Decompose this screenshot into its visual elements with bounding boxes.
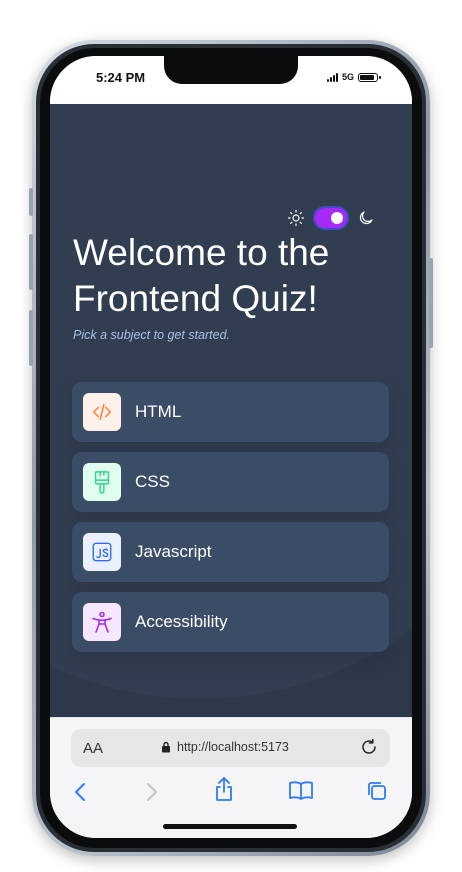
subject-label: HTML bbox=[135, 402, 182, 421]
paintbrush-icon bbox=[83, 463, 121, 501]
battery-icon bbox=[358, 72, 381, 82]
tabs-icon[interactable] bbox=[366, 780, 388, 807]
subject-html-button[interactable]: HTML bbox=[72, 382, 389, 442]
subject-label: CSS bbox=[135, 472, 170, 491]
back-icon[interactable] bbox=[72, 780, 90, 809]
lock-icon bbox=[162, 741, 170, 753]
subject-label: Accessibility bbox=[135, 612, 228, 631]
switch-knob bbox=[331, 212, 343, 224]
sun-icon bbox=[287, 209, 305, 227]
address-bar[interactable]: AA http://localhost:5173 bbox=[71, 729, 390, 767]
forward-icon bbox=[142, 780, 160, 809]
url-text: http://localhost:5173 bbox=[177, 740, 289, 754]
browser-toolbar: AA http://localhost:5173 bbox=[50, 717, 412, 838]
notch bbox=[164, 56, 298, 84]
network-type: 5G bbox=[341, 72, 354, 82]
url-display: http://localhost:5173 bbox=[161, 740, 289, 754]
subject-label: Javascript bbox=[135, 542, 212, 561]
page-title: Welcome to the Frontend Quiz! bbox=[73, 232, 330, 319]
subject-css-button[interactable]: CSS bbox=[72, 452, 389, 512]
browser-nav-toolbar bbox=[50, 777, 412, 810]
quiz-app: Welcome to the Frontend Quiz! Pick a sub… bbox=[50, 104, 412, 717]
subject-accessibility-button[interactable]: Accessibility bbox=[72, 592, 389, 652]
theme-toggle bbox=[287, 208, 375, 228]
reader-settings-button[interactable]: AA bbox=[83, 740, 103, 757]
volume-up-button bbox=[29, 234, 33, 290]
reader-settings-label: AA bbox=[83, 740, 104, 757]
home-indicator bbox=[163, 824, 297, 829]
moon-icon bbox=[357, 209, 375, 227]
reload-icon[interactable] bbox=[360, 738, 378, 761]
accessibility-person-icon bbox=[83, 603, 121, 641]
battery-level bbox=[360, 74, 375, 80]
power-button bbox=[429, 258, 433, 348]
volume-down-button bbox=[29, 310, 33, 366]
status-time: 5:24 PM bbox=[96, 70, 146, 85]
bookmarks-icon[interactable] bbox=[288, 780, 314, 807]
status-indicators: 5G bbox=[326, 72, 381, 82]
share-icon[interactable] bbox=[213, 776, 235, 807]
status-bar: 5:24 PM 5G bbox=[50, 56, 412, 104]
phone-screen: 5:24 PM 5G Welcome to the Frontend Quiz!… bbox=[50, 56, 412, 838]
dark-mode-switch[interactable] bbox=[315, 208, 347, 228]
signal-icon bbox=[326, 72, 338, 82]
js-icon bbox=[83, 533, 121, 571]
page-subtitle: Pick a subject to get started. bbox=[73, 328, 231, 342]
mute-switch bbox=[29, 188, 33, 216]
subject-list: HTML CSS Javascript Accessibility bbox=[72, 382, 389, 662]
subject-javascript-button[interactable]: Javascript bbox=[72, 522, 389, 582]
code-brackets-icon bbox=[83, 393, 121, 431]
